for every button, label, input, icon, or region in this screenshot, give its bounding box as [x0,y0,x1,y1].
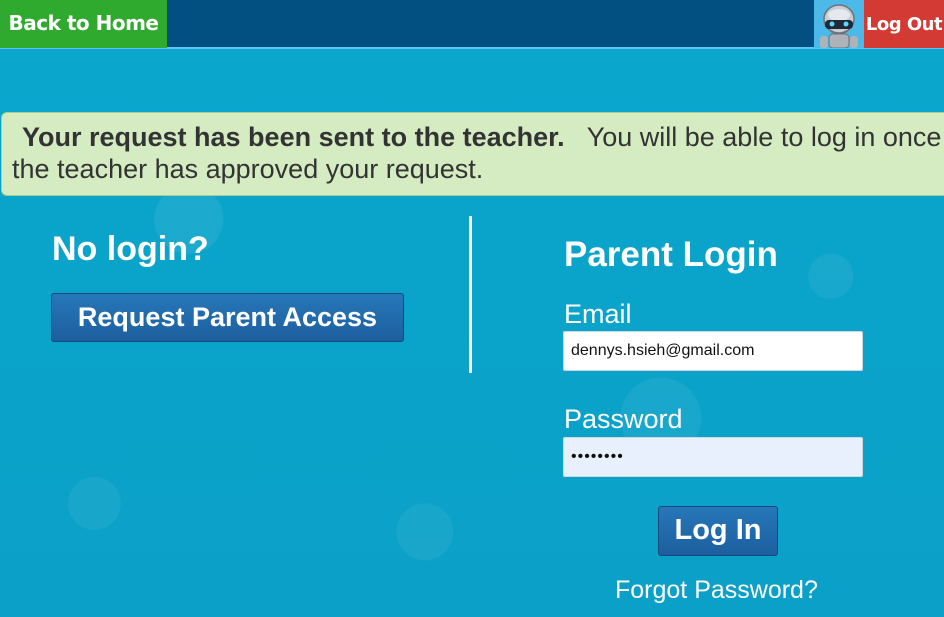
password-label: Password [564,404,683,434]
no-login-heading: No login? [52,230,209,268]
log-out-button[interactable]: Log Out [864,0,944,48]
log-in-button[interactable]: Log In [658,506,778,556]
parent-login-heading: Parent Login [564,235,778,274]
forgot-password-link[interactable]: Forgot Password? [615,576,818,605]
top-navigation-bar: Back to Home Log Out [0,0,944,49]
section-divider [469,216,472,373]
robot-avatar-graphic [814,0,864,48]
password-field[interactable] [563,437,863,477]
email-label: Email [564,299,632,329]
email-field[interactable] [563,331,863,371]
request-parent-access-button[interactable]: Request Parent Access [51,293,404,342]
request-sent-alert: Your request has been sent to the teache… [1,112,944,196]
back-to-home-button[interactable]: Back to Home [0,0,167,48]
robot-avatar-icon[interactable] [814,0,864,48]
alert-bold-text: Your request has been sent to the teache… [22,122,565,152]
